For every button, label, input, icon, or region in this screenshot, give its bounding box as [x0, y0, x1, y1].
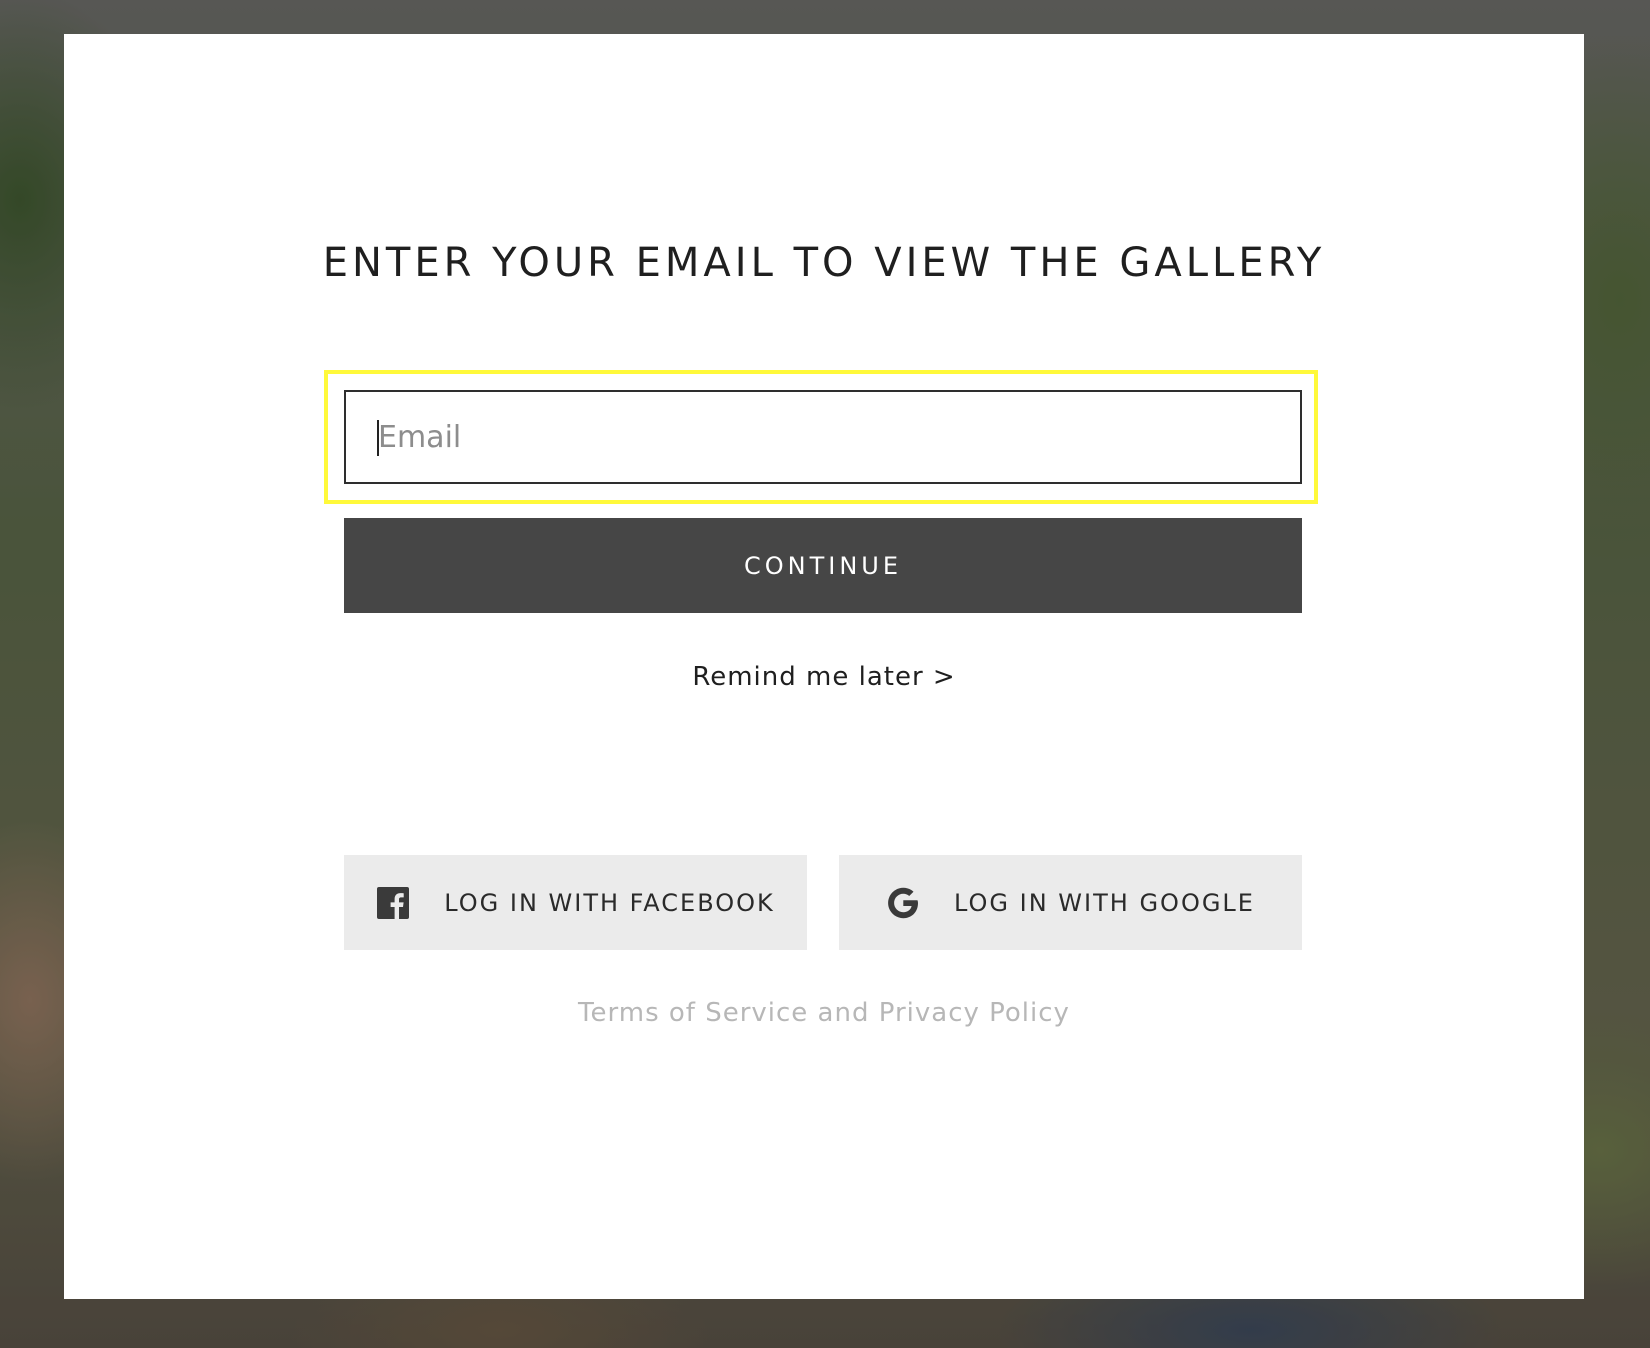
facebook-login-label: LOG IN WITH FACEBOOK [444, 888, 775, 917]
facebook-icon [376, 886, 410, 920]
facebook-login-button[interactable]: LOG IN WITH FACEBOOK [344, 855, 807, 950]
google-login-button[interactable]: LOG IN WITH GOOGLE [839, 855, 1302, 950]
google-icon [886, 886, 920, 920]
remind-me-later-link[interactable]: Remind me later > [64, 662, 1584, 692]
google-login-label: LOG IN WITH GOOGLE [954, 888, 1255, 917]
text-caret [377, 420, 379, 456]
continue-button[interactable]: CONTINUE [344, 518, 1302, 613]
modal-title: ENTER YOUR EMAIL TO VIEW THE GALLERY [322, 240, 1326, 286]
email-gate-modal: ENTER YOUR EMAIL TO VIEW THE GALLERY CON… [64, 34, 1584, 1299]
email-input[interactable] [344, 390, 1302, 484]
terms-privacy-link[interactable]: Terms of Service and Privacy Policy [64, 998, 1584, 1028]
